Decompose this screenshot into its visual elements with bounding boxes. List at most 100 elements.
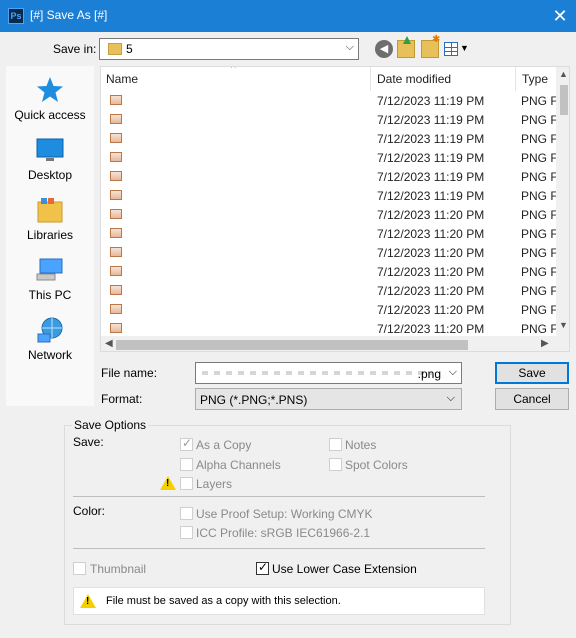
file-list-header: ^ Name Date modified Type [101, 67, 569, 91]
photoshop-app-icon: Ps [8, 8, 24, 24]
scroll-up-icon[interactable]: ▲ [559, 69, 568, 79]
file-type: PNG File [521, 284, 557, 298]
png-file-icon [110, 171, 122, 181]
use-proof-setup-label: Use Proof Setup: Working CMYK [196, 507, 373, 521]
place-label: This PC [28, 288, 72, 302]
file-row[interactable]: 7/12/2023 11:20 PM PNG File [101, 262, 557, 281]
file-type: PNG File [521, 113, 557, 127]
file-list[interactable]: ^ Name Date modified Type 7/12/2023 11:1… [100, 66, 570, 352]
scroll-right-icon[interactable]: ▶ [541, 338, 549, 349]
scroll-down-icon[interactable]: ▼ [559, 320, 568, 330]
file-date: 7/12/2023 11:20 PM [377, 322, 485, 336]
file-date: 7/12/2023 11:19 PM [377, 170, 485, 184]
cancel-button[interactable]: Cancel [495, 388, 569, 410]
file-row[interactable]: 7/12/2023 11:19 PM PNG File [101, 186, 557, 205]
file-type: PNG File [521, 170, 557, 184]
file-type: PNG File [521, 208, 557, 222]
file-row[interactable]: 7/12/2023 11:19 PM PNG File [101, 91, 557, 110]
png-file-icon [110, 133, 122, 143]
desktop-icon [36, 136, 64, 164]
place-label: Desktop [27, 168, 73, 182]
scroll-left-icon[interactable]: ◀ [105, 338, 113, 349]
file-type: PNG File [521, 322, 557, 336]
file-date: 7/12/2023 11:19 PM [377, 94, 485, 108]
warning-icon [160, 476, 176, 490]
as-a-copy-checkbox[interactable] [180, 436, 193, 451]
png-file-icon [110, 323, 122, 333]
file-date: 7/12/2023 11:19 PM [377, 132, 485, 146]
format-dropdown[interactable]: PNG (*.PNG;*.PNS) ⌵ [195, 388, 462, 410]
file-type: PNG File [521, 246, 557, 260]
libraries-icon [36, 196, 64, 224]
thumbnail-checkbox[interactable] [73, 562, 86, 575]
file-date: 7/12/2023 11:20 PM [377, 227, 485, 241]
file-type: PNG File [521, 265, 557, 279]
up-folder-icon[interactable] [397, 36, 415, 58]
layers-checkbox[interactable] [180, 477, 193, 490]
use-proof-setup-checkbox[interactable] [180, 507, 193, 520]
notes-checkbox[interactable] [329, 438, 342, 451]
color-label: Color: [73, 504, 106, 518]
file-row[interactable]: 7/12/2023 11:19 PM PNG File [101, 148, 557, 167]
save-label: Save: [73, 435, 104, 449]
scroll-thumb[interactable] [560, 85, 568, 115]
png-file-icon [110, 95, 122, 105]
icc-profile-checkbox[interactable] [180, 526, 193, 539]
file-row[interactable]: 7/12/2023 11:20 PM PNG File [101, 224, 557, 243]
file-row[interactable]: 7/12/2023 11:19 PM PNG File [101, 110, 557, 129]
scroll-thumb[interactable] [116, 340, 468, 350]
spot-colors-checkbox[interactable] [329, 458, 342, 471]
warning-icon [80, 594, 96, 608]
layers-label: Layers [196, 477, 233, 491]
file-date: 7/12/2023 11:20 PM [377, 303, 485, 317]
file-row[interactable]: 7/12/2023 11:20 PM PNG File [101, 281, 557, 300]
place-quick-access[interactable]: Quick access [6, 76, 94, 122]
place-this-pc[interactable]: This PC [6, 256, 94, 302]
file-date: 7/12/2023 11:20 PM [377, 208, 485, 222]
file-name-label: File name: [101, 366, 158, 380]
title-bar: Ps [#] Save As [#] ✕ [0, 0, 576, 32]
file-row[interactable]: 7/12/2023 11:20 PM PNG File [101, 243, 557, 262]
horizontal-scrollbar[interactable]: ◀ ▶ [101, 336, 569, 351]
close-icon[interactable]: ✕ [548, 4, 572, 28]
file-date: 7/12/2023 11:20 PM [377, 284, 485, 298]
file-row[interactable]: 7/12/2023 11:20 PM PNG File [101, 300, 557, 319]
save-in-label: Save in: [53, 42, 97, 56]
spot-colors-label: Spot Colors [345, 458, 408, 472]
column-type[interactable]: Type [522, 72, 548, 86]
alpha-channels-label: Alpha Channels [196, 458, 281, 472]
save-in-dropdown[interactable]: 5 ⌵ [99, 38, 359, 60]
save-button[interactable]: Save [495, 362, 569, 384]
back-arrow-icon[interactable]: ◀ [375, 40, 393, 58]
alpha-channels-checkbox[interactable] [180, 458, 193, 471]
place-label: Quick access [14, 108, 86, 122]
file-name-input[interactable]: .png ⌵ [195, 362, 462, 384]
chevron-down-icon: ⌵ [345, 41, 354, 53]
chevron-down-icon[interactable]: ⌵ [449, 366, 457, 379]
place-desktop[interactable]: Desktop [6, 136, 94, 182]
png-file-icon [110, 152, 122, 162]
file-date: 7/12/2023 11:19 PM [377, 113, 485, 127]
png-file-icon [110, 266, 122, 276]
divider [73, 548, 485, 549]
file-date: 7/12/2023 11:20 PM [377, 265, 485, 279]
warning-message-box: File must be saved as a copy with this s… [73, 587, 485, 615]
file-row[interactable]: 7/12/2023 11:19 PM PNG File [101, 167, 557, 186]
column-name[interactable]: Name [106, 72, 138, 86]
place-label: Libraries [26, 228, 74, 242]
warning-message: File must be saved as a copy with this s… [106, 595, 341, 607]
vertical-scrollbar[interactable]: ▲ ▼ [556, 67, 569, 336]
file-type: PNG File [521, 303, 557, 317]
png-file-icon [110, 228, 122, 238]
place-network[interactable]: Network [6, 316, 94, 362]
view-menu-icon[interactable]: ▼ [444, 40, 469, 58]
icc-profile-label: ICC Profile: sRGB IEC61966-2.1 [196, 526, 371, 540]
column-date-modified[interactable]: Date modified [377, 72, 451, 86]
star-icon [36, 76, 64, 104]
format-label: Format: [101, 392, 143, 406]
lower-case-extension-checkbox[interactable] [256, 560, 269, 575]
file-row[interactable]: 7/12/2023 11:20 PM PNG File [101, 205, 557, 224]
file-row[interactable]: 7/12/2023 11:19 PM PNG File [101, 129, 557, 148]
new-folder-icon[interactable] [421, 34, 440, 58]
place-libraries[interactable]: Libraries [6, 196, 94, 242]
